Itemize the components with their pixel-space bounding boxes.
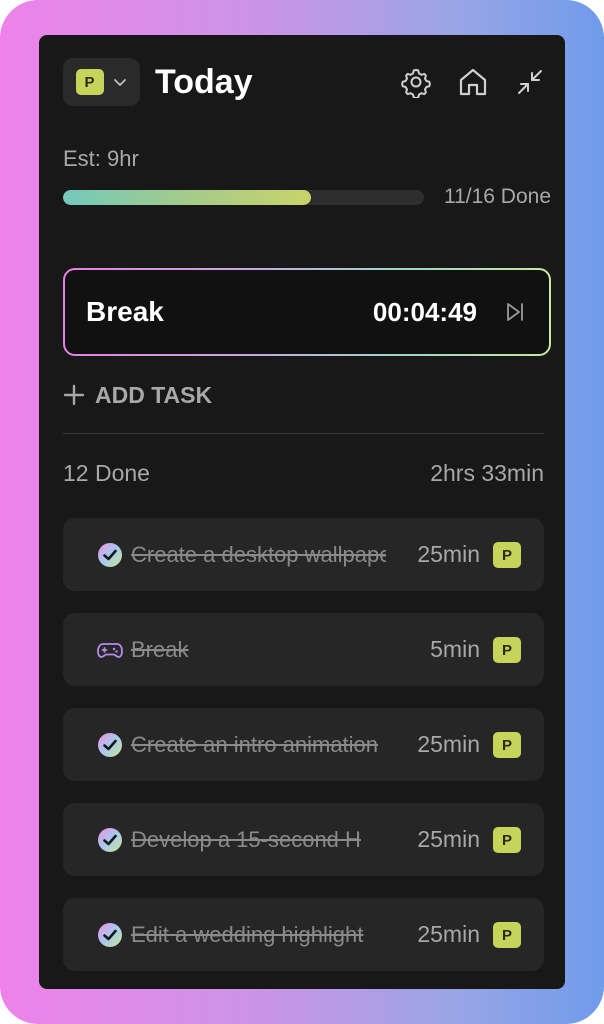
progress-count: 11/16 Done [443,185,551,208]
task-card[interactable]: Edit a wedding highlight 25min P [63,898,544,971]
window-frame: P Today Est: 9hr 11/16 Done Break 00:04:… [0,0,604,1024]
settings-icon[interactable] [400,66,432,98]
done-count: 12 Done [63,460,150,486]
add-task-button[interactable]: ADD TASK [63,377,212,413]
timer-task-label: Break [86,296,164,327]
task-name: Create an intro animation [131,732,379,757]
check-circle-icon [98,543,122,567]
progress-bar [63,190,424,205]
page-title: Today [155,63,253,101]
project-badge: P [493,922,521,948]
task-card[interactable]: Break 5min P [63,613,544,686]
project-badge: P [493,542,521,568]
project-badge: P [493,732,521,758]
project-badge: P [75,69,104,95]
project-selector[interactable]: P [63,58,140,106]
task-name: Break [131,637,189,662]
task-name: Create a desktop wallpaper [131,542,386,567]
progress-fill [63,190,311,205]
plus-icon [63,384,85,406]
task-duration: 25min [417,921,480,947]
check-circle-icon [98,923,122,947]
timer-body: Break 00:04:49 [65,270,549,354]
task-card[interactable]: Create an intro animation 25min P [63,708,544,781]
collapse-icon[interactable] [514,66,546,98]
project-badge: P [493,637,521,663]
done-total-time: 2hrs 33min [430,460,544,486]
gamepad-icon [97,643,123,658]
task-name: Develop a 15-second H [131,827,361,852]
home-icon[interactable] [457,66,489,98]
task-name: Edit a wedding highlight [131,922,364,947]
header: P Today [63,58,549,108]
check-circle-icon [98,733,122,757]
task-duration: 25min [417,826,480,852]
project-badge: P [493,827,521,853]
divider [63,433,544,434]
task-duration: 5min [430,636,480,662]
chevron-down-icon [113,79,126,86]
task-card[interactable]: Develop a 15-second H 25min P [63,803,544,876]
active-timer-card[interactable]: Break 00:04:49 [63,268,551,356]
check-circle-icon [98,828,122,852]
skip-icon[interactable] [503,300,527,324]
add-task-label: ADD TASK [95,381,213,408]
task-card[interactable]: Create a desktop wallpaper 25min P [63,518,544,591]
timer-countdown: 00:04:49 [372,297,477,327]
task-duration: 25min [417,731,480,757]
today-panel: P Today Est: 9hr 11/16 Done Break 00:04:… [39,35,565,989]
estimate-text: Est: 9hr [63,146,139,171]
task-duration: 25min [417,541,480,567]
